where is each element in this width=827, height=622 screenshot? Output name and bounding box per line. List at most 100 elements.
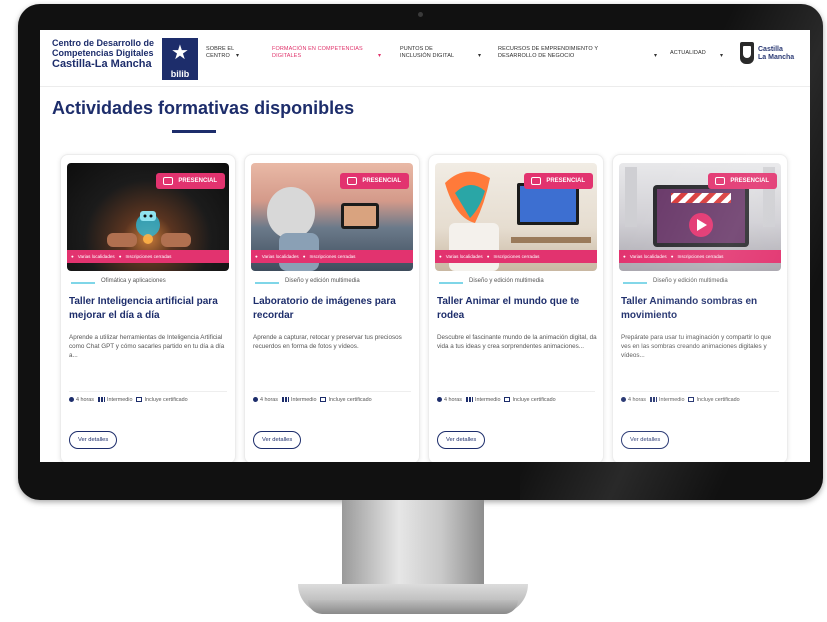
course-category: Ofimática y aplicaciones (101, 278, 166, 284)
category-line (439, 282, 463, 284)
category-line (255, 282, 279, 284)
certificate-icon (504, 397, 511, 403)
location-status-bar: ● Varias localidades ● Inscripciones cerrad… (67, 250, 229, 263)
status-label: Inscripciones cerradas (493, 254, 540, 259)
nav-item-actualidad[interactable]: ACTUALIDAD (670, 50, 720, 57)
nav-item-puntos[interactable]: PUNTOS DE INCLUSIÓN DIGITAL (400, 46, 464, 60)
location-status-bar: ● Varias localidades ● Inscripciones cerrad… (251, 250, 413, 263)
info-icon: ● (670, 254, 674, 259)
castilla-la-mancha-logo[interactable]: Castilla La Mancha (740, 42, 800, 72)
details-button[interactable]: Ver detalles (253, 431, 302, 449)
logo-line-3: Castilla-La Mancha (52, 58, 152, 70)
level-icon (281, 397, 289, 403)
badge-label: PRESENCIAL (546, 178, 585, 184)
course-image-photos: PRESENCIAL ● Varias localidades ● Inscripci… (251, 163, 413, 271)
region-logo-line-1: Castilla (758, 46, 783, 53)
chat-icon (531, 177, 542, 185)
locations-label: Varias localidades (445, 254, 483, 259)
location-pin-icon: ● (439, 254, 442, 259)
course-title[interactable]: Taller Animar el mundo que te rodea (437, 295, 597, 323)
location-status-bar: ● Varias localidades ● Inscripciones cerrad… (619, 250, 781, 263)
presencial-badge: PRESENCIAL (156, 173, 225, 189)
monitor-base-edge (308, 600, 518, 614)
chevron-down-icon: ▾ (378, 53, 382, 59)
clock-icon (253, 397, 258, 403)
certificate-icon (320, 397, 327, 403)
course-card[interactable]: PRESENCIAL ● Varias localidades ● Inscripci… (244, 154, 420, 462)
logo-line-1: Centro de Desarrollo de (52, 38, 155, 48)
shield-icon (740, 42, 754, 64)
duration: 4 horas (628, 397, 646, 403)
clock-icon (69, 397, 74, 403)
details-button[interactable]: Ver detalles (621, 431, 670, 449)
course-description: Aprende a utilizar herramientas de Intel… (69, 334, 225, 359)
certificate: Incluye certificado (328, 397, 372, 403)
details-button[interactable]: Ver detalles (437, 431, 486, 449)
course-card[interactable]: PRESENCIAL ● Varias localidades ● Inscripci… (428, 154, 604, 462)
level-icon (465, 397, 473, 403)
divider (621, 391, 779, 392)
region-logo-line-2: La Mancha (758, 54, 795, 61)
badge-label: PRESENCIAL (178, 178, 217, 184)
details-button[interactable]: Ver detalles (69, 431, 118, 449)
locations-label: Varias localidades (77, 254, 115, 259)
course-description: Aprende a capturar, retocar y preservar … (253, 334, 402, 350)
duration: 4 horas (444, 397, 462, 403)
category-line (623, 282, 647, 284)
course-title[interactable]: Taller Animando sombras en movimiento (621, 295, 781, 323)
level: Intermedio (474, 397, 501, 403)
status-label: Inscripciones cerradas (125, 254, 172, 259)
nav-item-recursos[interactable]: RECURSOS DE EMPRENDIMIENTO Y DESARROLLO … (498, 46, 628, 60)
location-status-bar: ● Varias localidades ● Inscripciones cerrad… (435, 250, 597, 263)
course-image-animation: PRESENCIAL ● Varias localidades ● Inscripci… (435, 163, 597, 271)
level-icon (97, 397, 105, 403)
certificate-icon (136, 397, 143, 403)
status-label: Inscripciones cerradas (677, 254, 724, 259)
location-pin-icon: ● (255, 254, 258, 259)
star-icon: ★ (162, 38, 198, 68)
course-description: Prepárate para usar tu imaginación y com… (621, 334, 772, 359)
logo-badge: bilib (162, 68, 198, 80)
page-title: Actividades formativas disponibles (52, 98, 355, 118)
course-image-ai: PRESENCIAL ● Varias localidades ● Inscripci… (67, 163, 229, 271)
logo-line-2: Competencias Digitales (52, 48, 154, 58)
nav-item-formacion[interactable]: FORMACIÓN EN COMPETENCIAS DIGITALES (272, 46, 364, 60)
location-pin-icon: ● (71, 254, 74, 259)
duration: 4 horas (76, 397, 94, 403)
course-meta: 4 horas Intermedio Incluye certificado (621, 397, 783, 403)
course-category: Diseño y edición multimedia (469, 278, 544, 284)
chat-icon (347, 177, 358, 185)
course-image-shadows: PRESENCIAL ● Varias localidades ● Inscripci… (619, 163, 781, 271)
presencial-badge: PRESENCIAL (708, 173, 777, 189)
nav-item-sobre[interactable]: SOBRE EL CENTRO (206, 46, 246, 60)
webcam (418, 12, 423, 17)
course-meta: 4 horas Intermedio Incluye certificado (253, 397, 415, 403)
certificate: Incluye certificado (512, 397, 556, 403)
course-meta: 4 horas Intermedio Incluye certificado (437, 397, 599, 403)
status-label: Inscripciones cerradas (309, 254, 356, 259)
monitor-stand (342, 500, 484, 584)
site-logo[interactable]: Centro de Desarrollo de Competencias Dig… (52, 38, 202, 82)
course-meta: 4 horas Intermedio Incluye certificado (69, 397, 231, 403)
course-title[interactable]: Laboratorio de imágenes para recordar (253, 295, 413, 323)
region-logo-text: Castilla La Mancha (758, 46, 794, 62)
divider (253, 391, 411, 392)
clock-icon (621, 397, 626, 403)
course-card[interactable]: PRESENCIAL ● Varias localidades ● Inscripci… (60, 154, 236, 462)
clock-icon (437, 397, 442, 403)
level: Intermedio (106, 397, 133, 403)
site-header: Centro de Desarrollo de Competencias Dig… (40, 30, 810, 87)
level: Intermedio (658, 397, 685, 403)
course-title[interactable]: Taller Inteligencia artificial para mejo… (69, 295, 229, 323)
info-icon: ● (486, 254, 490, 259)
info-icon: ● (118, 254, 122, 259)
course-category: Diseño y edición multimedia (285, 278, 360, 284)
chevron-down-icon: ▾ (654, 53, 658, 59)
certificate-icon (688, 397, 695, 403)
presencial-badge: PRESENCIAL (340, 173, 409, 189)
category-line (71, 282, 95, 284)
locations-label: Varias localidades (629, 254, 667, 259)
course-card[interactable]: PRESENCIAL ● Varias localidades ● Inscripci… (612, 154, 788, 462)
level: Intermedio (290, 397, 317, 403)
badge-label: PRESENCIAL (730, 178, 769, 184)
